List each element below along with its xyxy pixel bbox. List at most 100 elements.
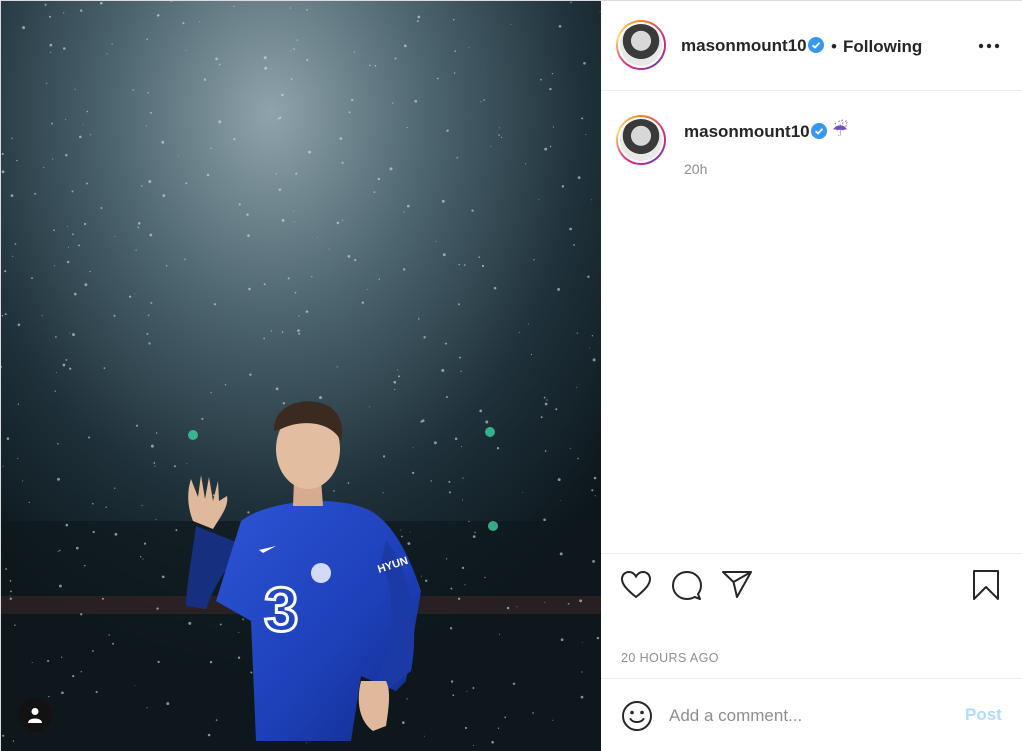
rain-drop <box>403 44 407 48</box>
rain-drop <box>17 403 20 405</box>
rain-drop <box>306 58 309 61</box>
rain-drop <box>2 465 4 467</box>
rain-drop <box>162 194 166 198</box>
rain-drop <box>298 315 300 317</box>
rain-drop <box>281 218 285 222</box>
like-heart-icon[interactable] <box>620 570 652 600</box>
rain-drop <box>51 122 53 125</box>
rain-drop <box>141 505 143 507</box>
rain-drop <box>146 38 148 41</box>
rain-drop <box>16 159 18 162</box>
rain-drop <box>581 117 584 120</box>
rain-drop <box>17 323 21 327</box>
following-button[interactable]: Following <box>843 37 922 57</box>
rain-drop <box>148 180 152 184</box>
rain-drop <box>461 566 465 570</box>
rain-drop <box>247 234 250 237</box>
rain-drop <box>400 529 401 531</box>
comment-icon[interactable] <box>671 570 703 602</box>
more-options-icon[interactable] <box>975 34 1003 58</box>
caption-username[interactable]: masonmount10 <box>684 122 810 142</box>
rain-drop <box>198 21 200 23</box>
rain-drop <box>544 450 547 452</box>
rain-drop <box>538 199 540 201</box>
rain-drop <box>52 158 54 160</box>
rain-drop <box>10 194 14 197</box>
rain-drop <box>592 559 596 563</box>
share-direct-icon[interactable] <box>721 570 753 600</box>
post-comment-button[interactable]: Post <box>965 705 1002 725</box>
rain-drop <box>12 740 15 742</box>
author-avatar[interactable] <box>616 20 666 70</box>
rain-drop <box>485 420 489 424</box>
rain-drop <box>585 133 587 136</box>
rain-drop <box>69 332 70 334</box>
rain-drop <box>460 445 463 448</box>
tagged-user-button[interactable] <box>18 698 52 732</box>
rain-drop <box>248 287 251 291</box>
rain-drop <box>155 432 158 434</box>
rainy-stadium-photo: 3 HYUN <box>1 1 601 751</box>
rain-drop <box>317 237 319 238</box>
rain-drop <box>560 638 564 642</box>
rain-drop <box>433 441 437 445</box>
rain-drop <box>480 101 482 103</box>
rain-drop <box>378 278 381 281</box>
shirt-sponsor-number: 3 <box>264 576 298 645</box>
rain-drop <box>263 337 265 340</box>
rain-drop <box>393 380 397 384</box>
rain-drop <box>389 167 393 171</box>
rain-drop <box>464 584 466 586</box>
rain-drop <box>175 529 178 532</box>
rain-drop <box>9 597 13 600</box>
rain-drop <box>532 712 534 714</box>
rain-drop <box>441 199 445 203</box>
rain-drop <box>497 727 500 729</box>
rain-drop <box>420 420 423 423</box>
rain-drop <box>448 491 451 494</box>
rain-drop <box>293 221 295 222</box>
rain-drop <box>407 204 410 208</box>
header-username[interactable]: masonmount10 <box>681 36 807 56</box>
rain-drop <box>100 207 103 209</box>
rain-drop <box>78 244 80 247</box>
rain-drop <box>444 342 447 345</box>
rain-drop <box>149 111 152 114</box>
rain-drop <box>72 333 75 337</box>
rain-drop <box>83 222 87 226</box>
rain-drop <box>9 595 11 596</box>
rain-drop <box>577 176 581 180</box>
rain-drop <box>92 530 95 534</box>
caption-time[interactable]: 20h <box>684 161 707 177</box>
comment-input[interactable] <box>669 701 949 731</box>
rain-drop <box>594 495 596 497</box>
rain-drop <box>88 436 90 439</box>
rain-drop <box>436 77 439 80</box>
rain-drop <box>544 402 548 406</box>
rain-drop <box>154 465 156 467</box>
emoji-smiley-icon[interactable] <box>621 700 653 732</box>
rain-drop <box>59 549 61 552</box>
rain-drop <box>263 56 267 60</box>
rain-drop <box>587 275 590 278</box>
post-timestamp[interactable]: 20 HOURS AGO <box>621 651 719 665</box>
rain-drop <box>95 691 98 694</box>
rain-drop <box>79 9 83 12</box>
post-caption: masonmount10 ☔ 20h <box>601 91 1022 553</box>
rain-drop <box>464 726 468 730</box>
rain-drop <box>558 24 562 28</box>
rain-drop <box>275 173 278 175</box>
rain-drop <box>351 98 354 102</box>
rain-drop <box>92 502 94 505</box>
rain-drop <box>446 129 449 132</box>
rain-drop <box>139 555 142 558</box>
post-side-panel: masonmount10 • Following masonmount10 ☔ … <box>601 1 1022 751</box>
rain-drop <box>377 177 381 181</box>
caption-avatar[interactable] <box>616 115 666 165</box>
rain-drop <box>409 531 411 533</box>
rain-drop <box>146 332 149 335</box>
save-bookmark-icon[interactable] <box>972 569 1000 601</box>
rain-drop <box>557 478 561 482</box>
rain-drop <box>148 342 151 345</box>
rain-drop <box>483 99 485 101</box>
